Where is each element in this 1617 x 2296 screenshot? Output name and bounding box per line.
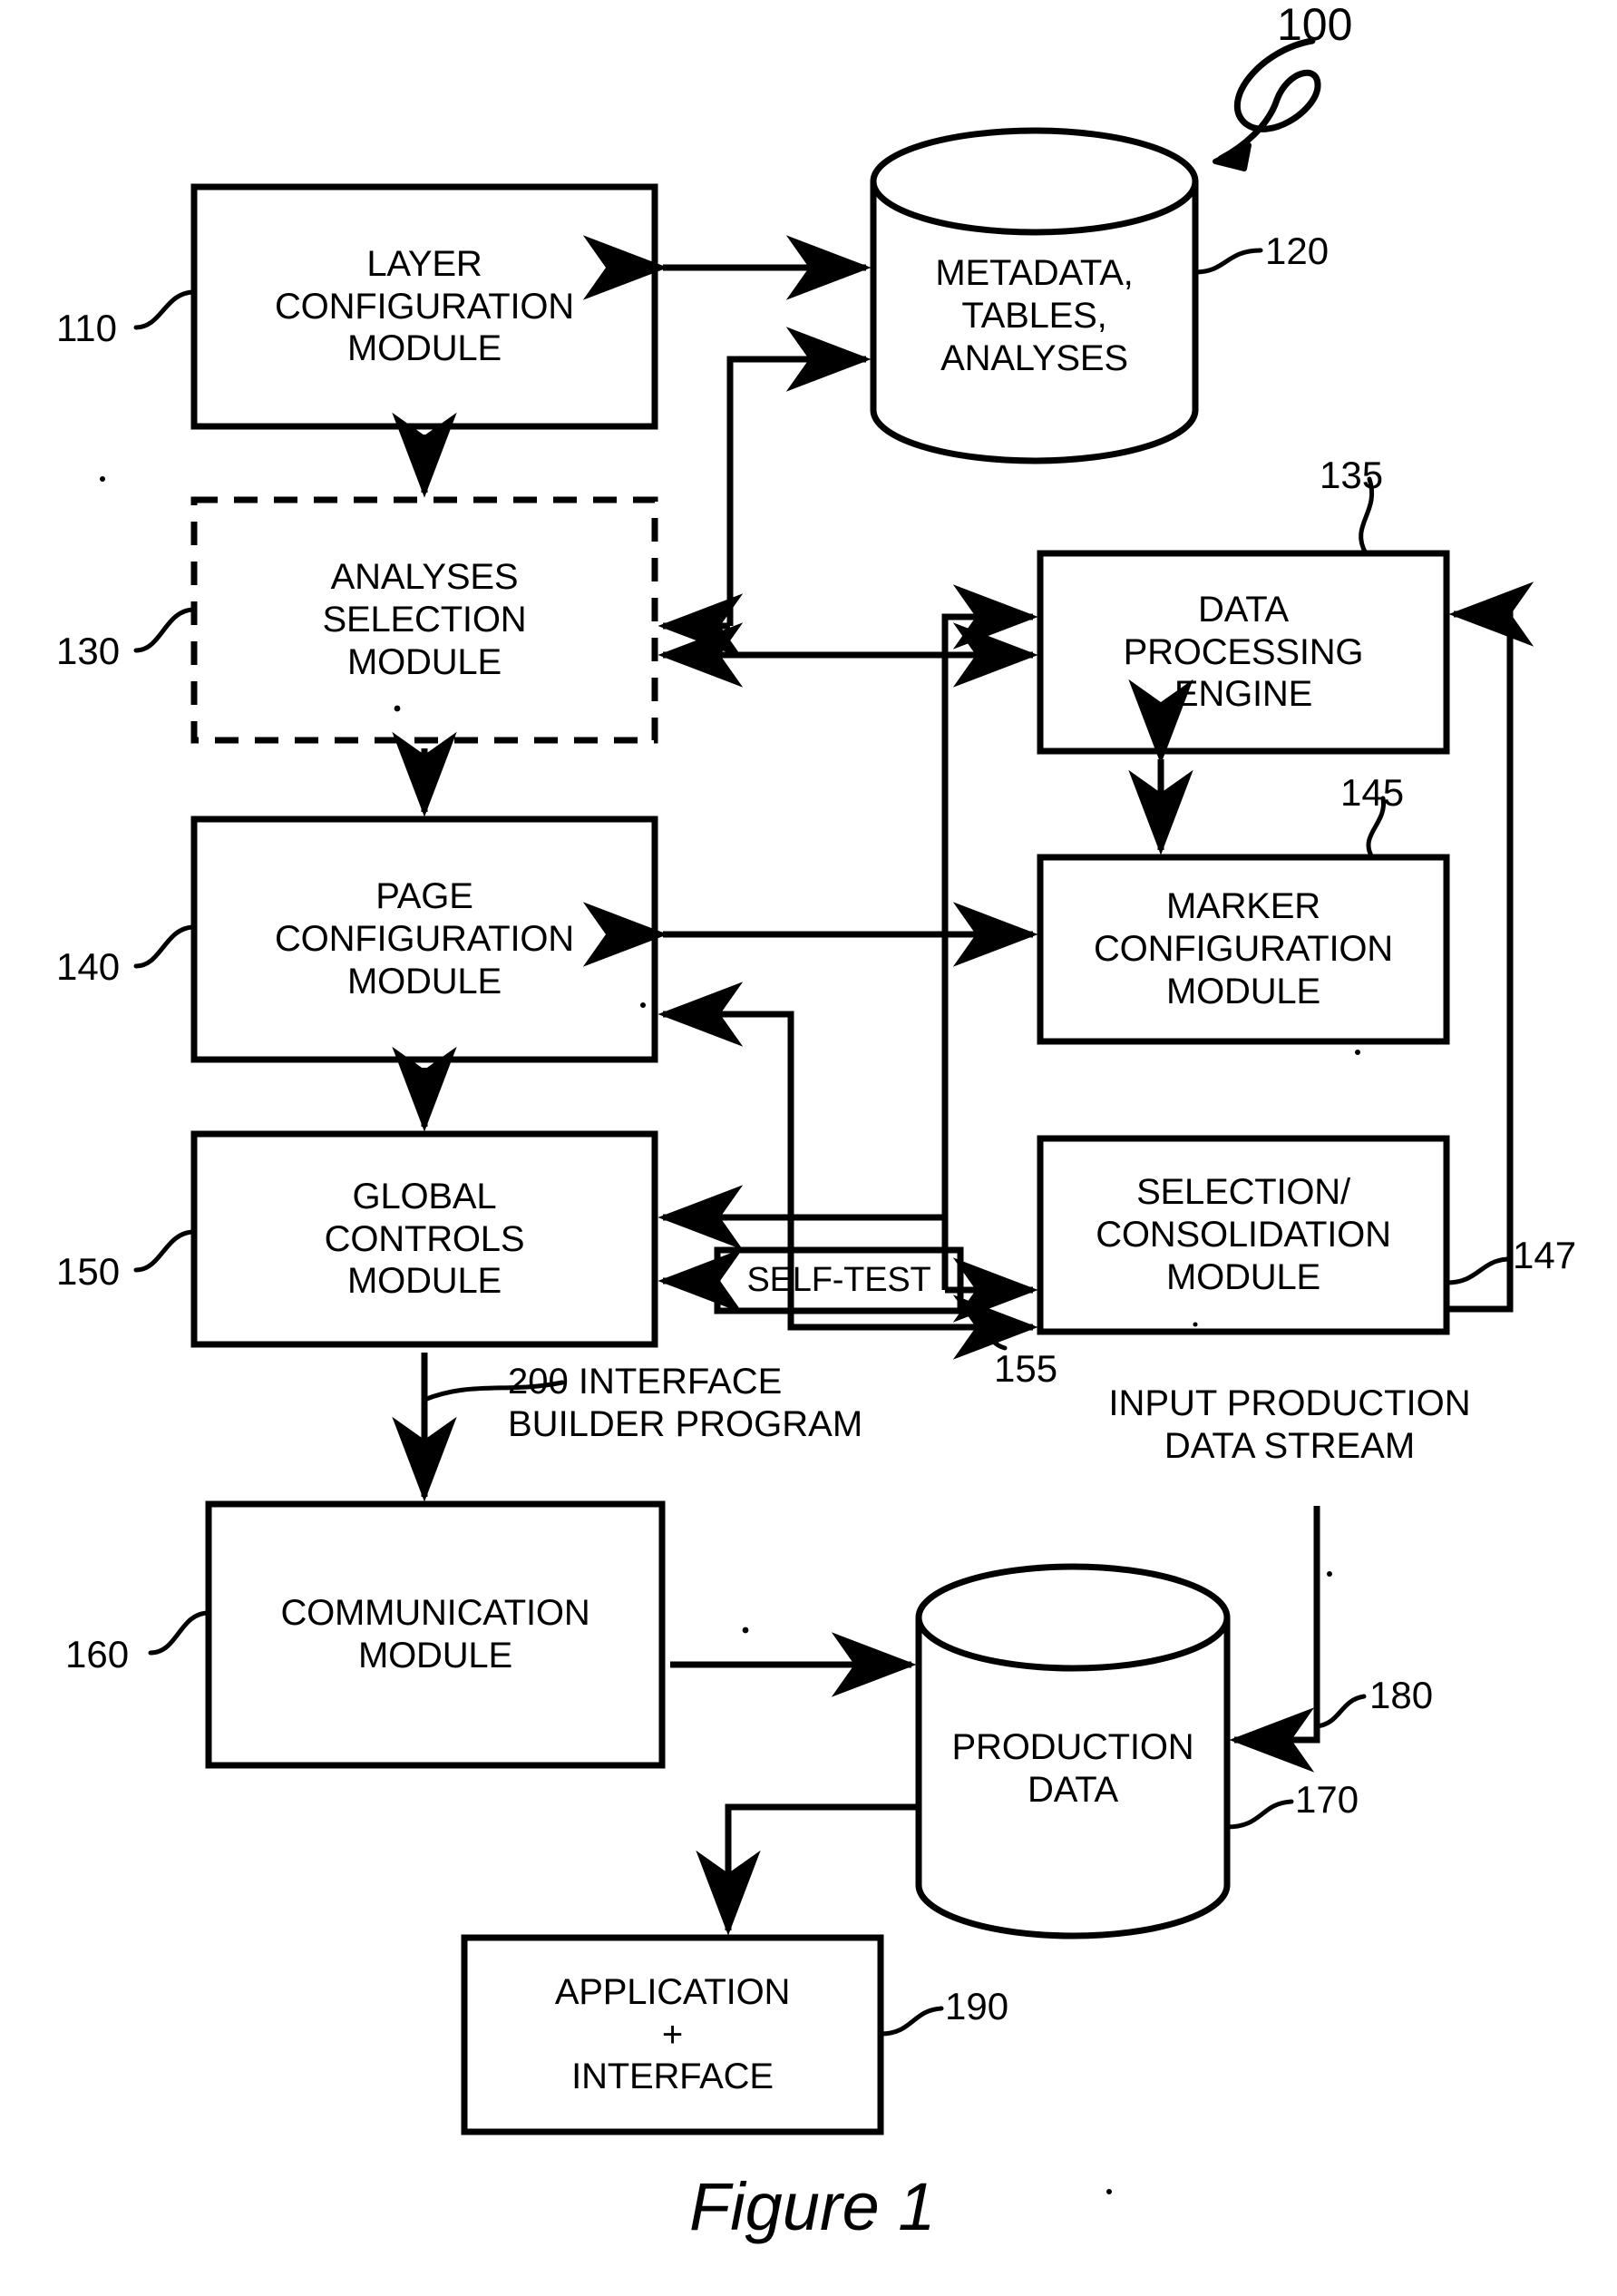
- connector-analyses-to-metadata: [726, 327, 872, 626]
- ref-155: 155: [994, 1347, 1058, 1390]
- label-text: COMMUNICATION MODULE: [280, 1593, 590, 1676]
- label-self-test: SELF-TEST: [717, 1250, 960, 1311]
- label-text: METADATA, TABLES, ANALYSES: [935, 253, 1134, 378]
- ref-170: 170: [1295, 1778, 1359, 1821]
- leader-190: [878, 2006, 944, 2037]
- ref-140: 140: [56, 945, 121, 988]
- leader-120-line: [1193, 248, 1263, 275]
- label-communication-module: COMMUNICATION MODULE: [209, 1504, 662, 1765]
- label-text: LAYER CONFIGURATION MODULE: [275, 243, 574, 369]
- label-text: MARKER CONFIGURATION MODULE: [1094, 886, 1393, 1011]
- label-data-processing-engine: DATA PROCESSING ENGINE: [1040, 553, 1447, 751]
- ref-120: 120: [1265, 230, 1330, 272]
- label-text: SELF-TEST: [746, 1261, 931, 1300]
- label-page-configuration-module: PAGE CONFIGURATION MODULE: [194, 819, 655, 1060]
- label-text: PRODUCTION DATA: [951, 1727, 1194, 1810]
- leader-130: [133, 607, 197, 653]
- ref-130: 130: [56, 630, 121, 672]
- scan-speck: [1355, 1050, 1360, 1055]
- connector-production-to-application: [696, 1803, 919, 1936]
- leader-180: [1314, 1694, 1367, 1729]
- annotation-input-production-data-stream: INPUT PRODUCTION DATA STREAM: [1108, 1383, 1471, 1466]
- connector-selcon-feedback-to-dpe: [1447, 581, 1534, 1313]
- ref-110: 110: [56, 307, 117, 349]
- ref-135: 135: [1320, 454, 1384, 496]
- system-ref-arrow-100: [1217, 37, 1321, 162]
- connector-bus-riser-to-dpe: [941, 584, 1038, 1290]
- label-analyses-selection-module: ANALYSES SELECTION MODULE: [194, 500, 655, 740]
- label-production-data: PRODUCTION DATA: [914, 1705, 1232, 1832]
- label-text: SELECTION/ CONSOLIDATION MODULE: [1096, 1172, 1391, 1297]
- label-layer-configuration-module: LAYER CONFIGURATION MODULE: [194, 187, 655, 426]
- ref-160: 160: [65, 1633, 130, 1676]
- ref-100: 100: [1277, 0, 1353, 50]
- label-global-controls-module: GLOBAL CONTROLS MODULE: [194, 1134, 655, 1344]
- label-metadata-tables-analyses: METADATA, TABLES, ANALYSES: [873, 222, 1195, 410]
- leader-160: [148, 1610, 211, 1656]
- scan-speck: [742, 1627, 749, 1634]
- annotation-interface-builder-program: 200 INTERFACE BUILDER PROGRAM: [508, 1362, 863, 1444]
- ref-180: 180: [1369, 1674, 1434, 1716]
- leader-150: [133, 1229, 197, 1273]
- scan-speck: [1327, 1571, 1332, 1577]
- label-selection-consolidation-module: SELECTION/ CONSOLIDATION MODULE: [1040, 1138, 1447, 1332]
- label-text: DATA PROCESSING ENGINE: [1123, 589, 1364, 715]
- scan-speck: [100, 476, 105, 482]
- leader-170: [1224, 1799, 1294, 1830]
- figure-caption: Figure 1: [689, 2169, 936, 2244]
- connector-branch-to-page: [658, 982, 794, 1217]
- leader-140: [133, 924, 197, 969]
- connector-input-stream-to-production: [1229, 1506, 1320, 1773]
- ref-190: 190: [945, 1985, 1009, 2027]
- label-text: ANALYSES SELECTION MODULE: [322, 557, 527, 682]
- label-application-interface: APPLICATION + INTERFACE: [464, 1938, 881, 2132]
- leader-147: [1444, 1256, 1510, 1285]
- patent-figure-page: LAYER CONFIGURATION MODULE ANALYSES SELE…: [0, 0, 1617, 2296]
- leader-110: [133, 289, 197, 330]
- scan-speck: [1106, 2189, 1112, 2194]
- label-text: GLOBAL CONTROLS MODULE: [324, 1176, 525, 1302]
- ref-147: 147: [1513, 1234, 1577, 1276]
- label-text: APPLICATION + INTERFACE: [554, 1971, 791, 2097]
- label-text: PAGE CONFIGURATION MODULE: [275, 876, 574, 1001]
- ref-145: 145: [1340, 771, 1405, 814]
- label-marker-configuration-module: MARKER CONFIGURATION MODULE: [1040, 857, 1447, 1041]
- ref-150: 150: [56, 1250, 121, 1293]
